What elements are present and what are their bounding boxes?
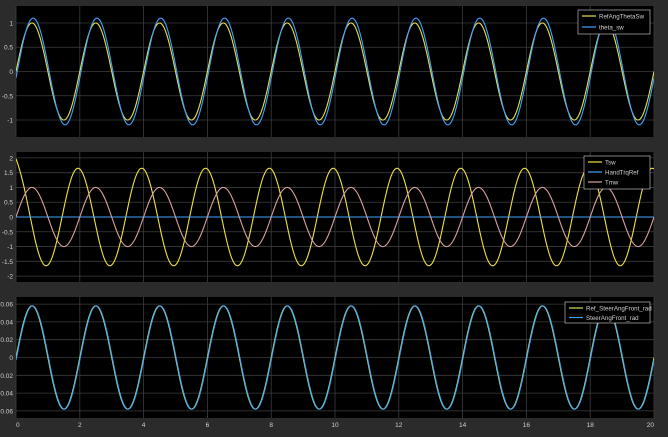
x-tick-label: 6 [206,422,210,429]
x-tick-label: 14 [459,422,467,429]
y-tick-label: 0 [9,69,13,76]
plot-panel-3: 0.060.040.020-0.02-0.04-0.06024681012141… [0,297,655,429]
y-tick-label: 0.04 [0,319,13,326]
legend-label: Ref_SteerAngFront_rad [586,305,652,312]
y-tick-label: -0.04 [0,391,13,398]
x-tick-label: 10 [331,422,339,429]
y-tick-label: 0 [9,215,13,222]
y-tick-label: -2 [7,274,13,281]
x-tick-label: 8 [269,422,273,429]
legend: RefAngThetaSw theta_sw [577,9,651,35]
y-tick-label: 2 [9,155,13,162]
y-tick-label: 0.5 [4,200,13,207]
y-tick-label: 0 [9,355,13,362]
y-tick-label: -1 [7,118,13,125]
legend-label: theta_sw [599,24,624,31]
plot-panel-1: 1 0.5 0 -0.5 -1 RefAngThetaSw theta_sw [2,6,655,137]
legend-label: Tmw [605,179,619,186]
y-tick-label: -0.5 [2,93,14,100]
legend-label: SteerAngFront_rad [586,315,639,322]
y-tick-label: 0.06 [0,302,13,309]
x-tick-label: 12 [395,422,403,429]
legend-label: Tsw [605,159,616,166]
y-tick-label: 1 [9,185,13,192]
y-tick-label: 0.5 [4,45,13,52]
legend-label: HandTrqRef [605,169,639,176]
x-tick-label: 20 [647,422,655,429]
x-tick-label: 18 [587,422,595,429]
y-tick-label: -1.5 [2,259,14,266]
plot-panel-2: 2 1.5 1 0.5 0 -0.5 -1 -1.5 -2 Tsw HandTrqRef Tmw [2,152,655,282]
y-tick-label: -1 [7,244,13,251]
x-tick-label: 16 [523,422,531,429]
legend-label: RefAngThetaSw [599,13,645,20]
y-tick-label: -0.02 [0,373,13,380]
x-tick-label: 2 [78,422,82,429]
y-tick-label: -0.06 [0,408,13,415]
y-tick-label: -0.5 [2,229,14,236]
x-tick-label: 0 [16,422,20,429]
scope-figure: 1 0.5 0 -0.5 -1 RefAngThetaSw theta_sw 2 1.5 1 0.5… [0,6,655,429]
y-tick-label: 0.02 [0,337,13,344]
y-tick-label: 1 [9,20,13,27]
legend: Ref_SteerAngFront_rad SteerAngFront_rad [564,301,652,324]
legend: Tsw HandTrqRef Tmw [583,155,651,190]
y-tick-label: 1.5 [4,170,13,177]
x-tick-label: 4 [142,422,146,429]
